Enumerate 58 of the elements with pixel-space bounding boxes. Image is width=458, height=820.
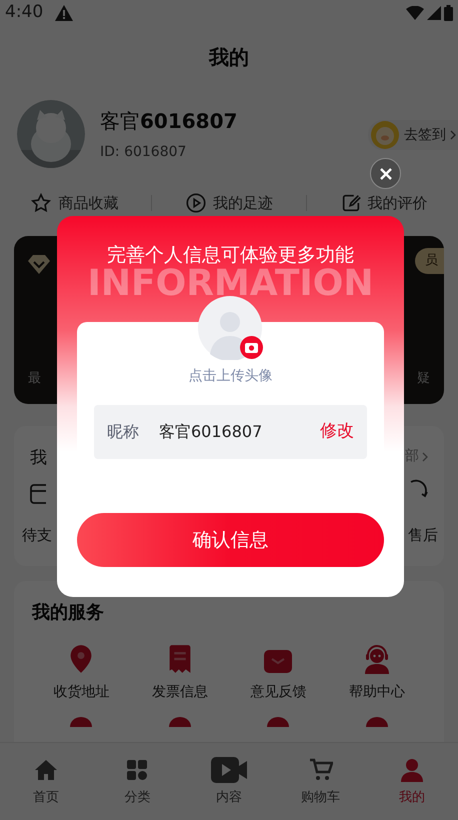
tab[interactable]: 我的: [377, 756, 448, 808]
service-item[interactable]: 帮助中心: [328, 642, 426, 703]
orders-title: 我: [30, 447, 48, 470]
order-status-label: 待支: [22, 524, 52, 546]
wifi-icon: [406, 6, 424, 20]
person-icon: [400, 758, 424, 782]
signal-icon: [427, 6, 441, 20]
warning-icon: [55, 5, 74, 21]
user-id: ID: 6016807: [100, 142, 188, 162]
sign-in-button[interactable]: 去签到: [368, 120, 458, 150]
avatar-upload[interactable]: [198, 296, 262, 360]
tab[interactable]: 首页: [10, 756, 81, 808]
cart-icon: [308, 758, 333, 782]
service-icon: [70, 717, 92, 727]
shortcut-link[interactable]: 我的足迹: [184, 192, 273, 214]
watermark-text: INFORMATION: [86, 266, 374, 302]
chevron-right-icon: [450, 130, 456, 140]
page-title: 我的: [209, 44, 249, 71]
service-item[interactable]: 意见反馈: [229, 642, 328, 703]
services-title: 我的服务: [32, 601, 105, 625]
field-label: 昵称: [107, 421, 139, 443]
service-icon: [168, 717, 191, 727]
diamond-icon: [28, 254, 50, 274]
play-icon: [184, 192, 207, 214]
nickname-field[interactable]: 昵称 客官6016807 修改: [94, 405, 367, 459]
battery-icon: [444, 5, 453, 21]
card-text: 疑: [417, 370, 430, 388]
video-camera-icon: [210, 756, 247, 783]
order-status-label: 售后: [408, 524, 438, 546]
receipt-icon: [166, 644, 193, 674]
tab[interactable]: 内容: [194, 756, 264, 808]
camera-icon: [240, 336, 263, 359]
chevron-right-icon: [422, 452, 428, 462]
dialog-title: 完善个人信息可体验更多功能: [107, 244, 354, 266]
field-value: 客官6016807: [159, 421, 264, 443]
tab[interactable]: 分类: [102, 756, 172, 808]
service-icon: [366, 717, 388, 727]
shortcut-link[interactable]: 商品收藏: [30, 192, 118, 214]
home-icon: [34, 758, 58, 782]
username: 客官6016807: [100, 108, 238, 134]
service-item[interactable]: 收货地址: [32, 642, 130, 703]
member-badge: 员: [415, 248, 444, 274]
support-agent-icon: [362, 644, 391, 674]
tab[interactable]: 购物车: [286, 756, 356, 808]
confirm-button[interactable]: 确认信息: [77, 513, 384, 567]
close-button[interactable]: [370, 158, 401, 189]
close-icon: [380, 168, 392, 180]
edit-link[interactable]: 修改: [320, 419, 354, 445]
card-text: 最: [28, 370, 42, 388]
star-icon: [30, 192, 52, 214]
pig-face-icon: [370, 120, 400, 150]
envelope-icon: [263, 648, 294, 674]
service-icon: [267, 717, 290, 727]
grid-icon: [126, 758, 148, 781]
shortcut-link[interactable]: 我的评价: [340, 192, 428, 214]
status-time: 4:40: [5, 1, 44, 24]
upload-hint: 点击上传头像: [188, 367, 272, 386]
service-item[interactable]: 发票信息: [130, 642, 229, 703]
